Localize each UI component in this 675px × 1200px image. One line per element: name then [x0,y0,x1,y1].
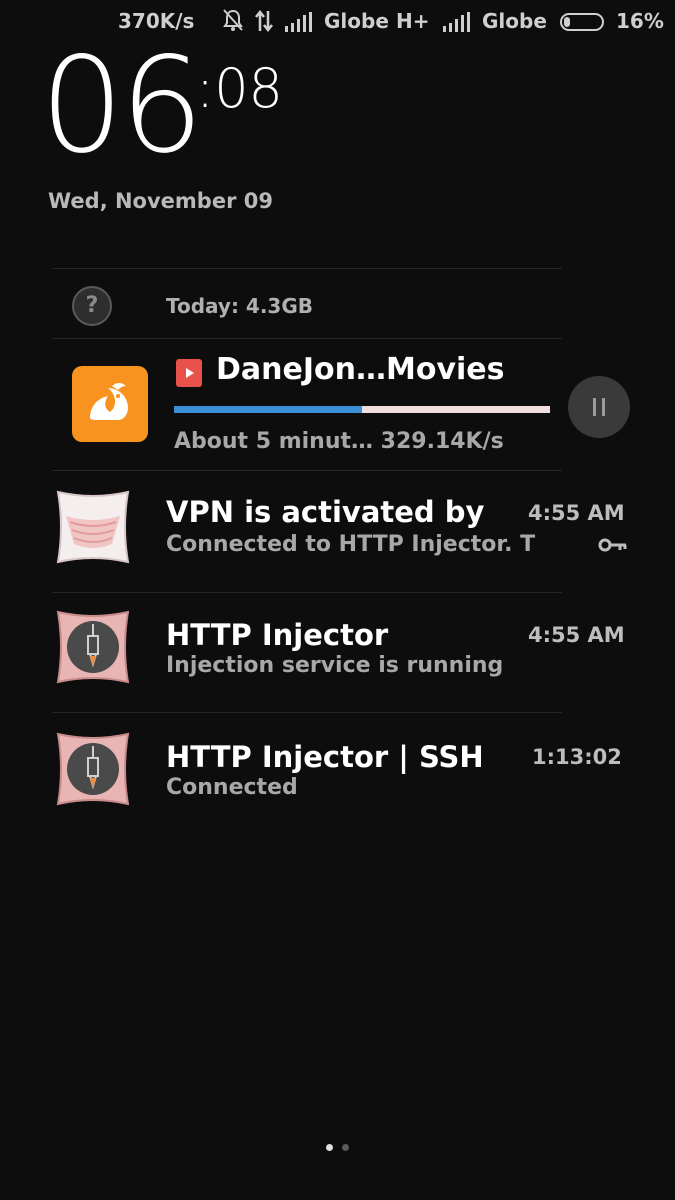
notification-time: 1:13:02 [532,745,622,769]
alarm-off-icon [222,8,244,37]
page-indicator-dot [342,1144,349,1151]
battery-icon [560,13,604,31]
pause-icon [593,398,596,416]
http-injector-icon [52,606,134,688]
clock-minute: :08 [196,57,283,120]
date-label: Wed, November 09 [48,189,273,213]
data-usage-label: Today: 4.3GB [166,294,314,318]
divider [52,592,562,593]
notification-title: VPN is activated by [166,495,485,529]
pause-icon-bar [602,398,605,416]
help-icon[interactable]: ? [72,286,112,326]
notification-subtitle: Connected to HTTP Injector. T [166,532,536,557]
http-injector-icon [52,728,134,810]
divider [52,338,562,339]
vpn-notification[interactable] [52,476,642,586]
download-status: About 5 minut… 329.14K/s [174,429,504,454]
data-transfer-icon [254,9,274,38]
pause-button[interactable] [568,376,630,438]
notification-subtitle: Connected [166,775,298,800]
divider [52,470,562,471]
uc-browser-icon[interactable] [72,366,148,442]
carrier1-label: Globe [324,9,389,33]
download-progress [174,406,550,413]
battery-percent: 16% [616,9,664,33]
divider [52,712,562,713]
divider [52,268,562,269]
pillow-app-icon [52,486,134,568]
notification-time: 4:55 AM [528,623,625,647]
key-icon [598,537,628,552]
clock-hour: 06 [40,29,204,183]
signal-icon [285,12,313,32]
carrier2-label: Globe [482,9,547,33]
notification-title: HTTP Injector [166,618,389,652]
network-type: H+ [396,9,430,33]
notification-time: 4:55 AM [528,501,625,525]
download-title: DaneJon…Movies [216,352,505,387]
notification-title: HTTP Injector | SSH [166,740,484,774]
signal-icon [443,12,471,32]
page-indicator-dot-active [326,1144,333,1151]
notification-subtitle: Injection service is running [166,653,504,678]
video-file-icon [176,359,202,387]
